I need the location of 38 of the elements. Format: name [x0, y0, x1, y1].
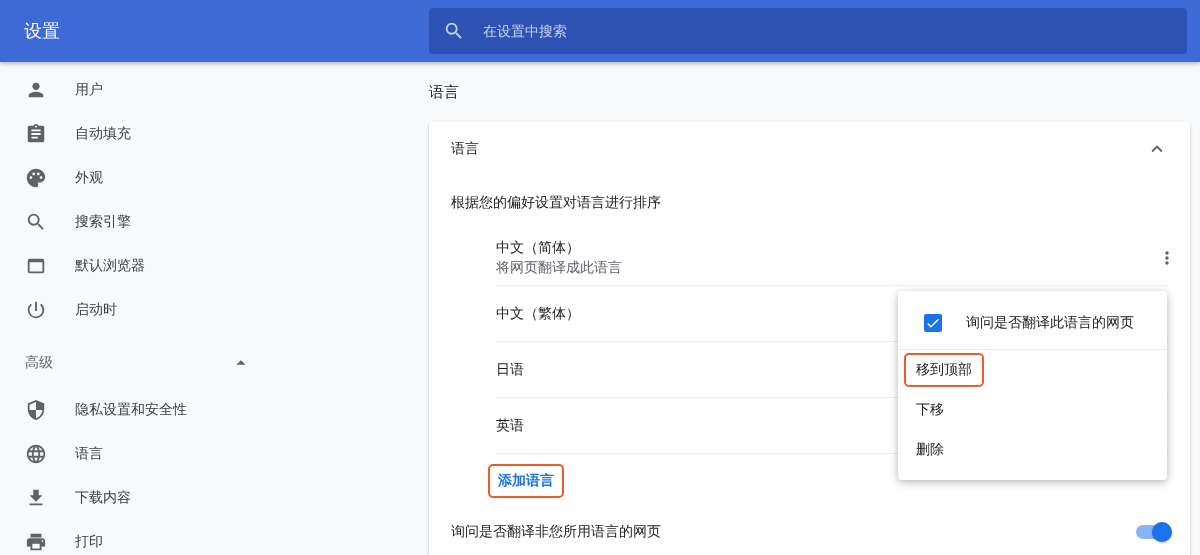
shield-icon	[25, 399, 47, 421]
setting-label: 询问是否翻译非您所用语言的网页	[451, 523, 661, 541]
language-name: 中文（繁体）	[496, 304, 580, 323]
language-name: 英语	[496, 416, 524, 435]
card-title: 语言	[451, 140, 479, 158]
sidebar-item[interactable]: 外观	[75, 169, 103, 187]
sidebar-item[interactable]: 搜索引擎	[75, 213, 131, 231]
menu-item[interactable]: 下移	[904, 393, 956, 427]
palette-icon	[25, 167, 47, 189]
printer-icon	[25, 531, 47, 553]
sidebar-item[interactable]: 打印	[75, 533, 103, 551]
checkbox[interactable]	[924, 314, 942, 332]
language-name: 日语	[496, 360, 524, 379]
sidebar-item[interactable]: 隐私设置和安全性	[75, 401, 187, 419]
add-language-link[interactable]: 添加语言	[488, 464, 564, 498]
search-field[interactable]: 在设置中搜索	[481, 22, 1173, 40]
description-text: 根据您的偏好设置对语言进行排序	[451, 194, 661, 212]
search-bar[interactable]: 在设置中搜索	[429, 8, 1187, 54]
sidebar-item[interactable]: 语言	[75, 445, 103, 463]
language-note: 将网页翻译成此语言	[496, 258, 622, 277]
globe-icon	[25, 443, 47, 465]
search-icon	[25, 211, 47, 233]
search-icon	[443, 20, 465, 42]
sidebar-item[interactable]: 默认浏览器	[75, 257, 145, 275]
sidebar-item[interactable]: 启动时	[75, 301, 117, 319]
toggle-switch[interactable]	[1134, 522, 1172, 542]
menu-item[interactable]: 删除	[904, 433, 956, 467]
language-name: 中文（简体）	[496, 238, 581, 257]
sidebar-item[interactable]: 下载内容	[75, 489, 131, 507]
section-title: 语言	[429, 82, 459, 102]
sidebar-item[interactable]: 自动填充	[75, 125, 131, 143]
clipboard-icon	[25, 123, 47, 145]
page-title: 设置	[23, 19, 61, 43]
sidebar-section-label[interactable]: 高级	[25, 354, 53, 372]
menu-item[interactable]: 询问是否翻译此语言的网页	[954, 306, 1146, 340]
menu-item[interactable]: 移到顶部	[904, 353, 984, 387]
sidebar-item[interactable]: 用户	[75, 81, 103, 99]
power-icon	[25, 299, 47, 321]
